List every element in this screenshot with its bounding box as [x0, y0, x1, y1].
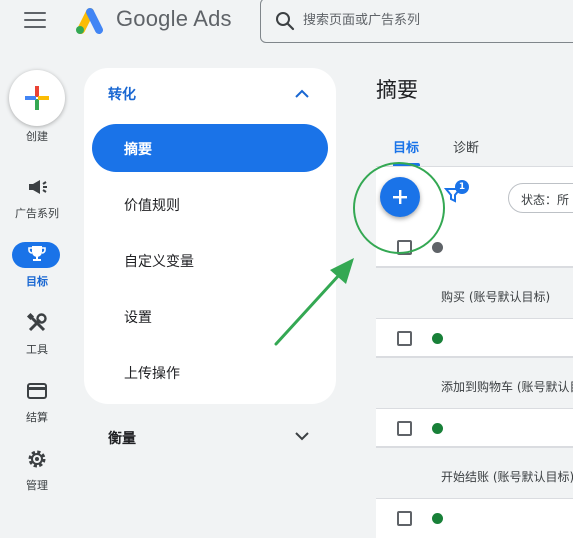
status-dot	[432, 333, 443, 344]
rail-label-campaigns: 广告系列	[15, 207, 59, 220]
search-icon	[276, 12, 295, 31]
trophy-icon	[28, 246, 46, 261]
row-checkbox[interactable]	[397, 511, 412, 526]
group-label: 购买 (账号默认目标)	[441, 290, 551, 304]
table-row	[376, 409, 573, 447]
nav-item-label: 摘要	[124, 142, 152, 158]
nav-item-label: 上传操作	[124, 366, 180, 382]
nav-item-label: 设置	[124, 310, 152, 326]
group-label: 开始结账 (账号默认目标)	[441, 470, 573, 484]
tools-icon	[26, 312, 47, 332]
table-row	[376, 319, 573, 357]
annotation-arrow-icon	[274, 258, 354, 346]
nav-item-value-rules[interactable]: 价值规则	[92, 180, 328, 228]
tab-diagnostics[interactable]: 诊断	[453, 137, 479, 156]
chevron-up-icon[interactable]	[294, 86, 310, 102]
search-input[interactable]	[303, 0, 573, 42]
table-group-row: 购买 (账号默认目标)	[376, 267, 573, 319]
rail-item-billing[interactable]: 结算	[0, 380, 74, 424]
table-row	[376, 499, 573, 538]
table-group-row: 开始结账 (账号默认目标)	[376, 447, 573, 499]
nav-section-conversions[interactable]: 转化	[108, 84, 136, 104]
nav-section-measurement[interactable]: 衡量	[108, 428, 136, 448]
create-button[interactable]	[9, 70, 65, 126]
gear-icon	[28, 450, 46, 468]
table-group-row: 添加到购物车 (账号默认目	[376, 357, 573, 409]
rail-label-goals: 目标	[26, 275, 48, 288]
rail-item-campaigns[interactable]: 广告系列	[0, 176, 74, 220]
status-filter-label: 状态：所	[521, 193, 570, 207]
rail-label-tools: 工具	[26, 343, 48, 356]
status-dot	[432, 242, 443, 253]
google-ads-logo-icon	[76, 8, 103, 34]
status-filter-chip[interactable]: 状态：所	[508, 183, 573, 213]
nav-item-label: 价值规则	[124, 198, 180, 214]
rail-item-tools[interactable]: 工具	[0, 312, 74, 356]
create-label: 创建	[26, 130, 48, 143]
status-dot	[432, 513, 443, 524]
chevron-down-icon[interactable]	[294, 428, 310, 444]
status-dot	[432, 423, 443, 434]
rail-label-billing: 结算	[26, 411, 48, 424]
highlight-circle	[353, 162, 445, 254]
nav-item-summary[interactable]: 摘要	[92, 124, 328, 172]
row-checkbox[interactable]	[397, 331, 412, 346]
group-label: 添加到购物车 (账号默认目	[441, 380, 573, 394]
rail-item-goals[interactable]: 目标	[0, 244, 74, 288]
top-bar: Google Ads	[0, 0, 573, 44]
filter-count-badge: 1	[455, 180, 469, 194]
search-box[interactable]	[260, 0, 573, 43]
credit-card-icon	[27, 383, 47, 399]
menu-icon[interactable]	[24, 12, 46, 30]
conversions-nav-panel: 转化 摘要 价值规则 自定义变量 设置 上传操作	[84, 68, 336, 404]
nav-item-label: 自定义变量	[124, 254, 194, 270]
rail-label-admin: 管理	[26, 479, 48, 492]
nav-item-uploads[interactable]: 上传操作	[92, 348, 328, 396]
tab-goals[interactable]: 目标	[393, 137, 419, 156]
rail-item-admin[interactable]: 管理	[0, 448, 74, 492]
logo-text: Google Ads	[116, 6, 232, 31]
row-checkbox[interactable]	[397, 421, 412, 436]
page-title: 摘要	[376, 78, 418, 102]
megaphone-icon	[29, 180, 47, 194]
plus-colored-icon	[25, 86, 49, 110]
